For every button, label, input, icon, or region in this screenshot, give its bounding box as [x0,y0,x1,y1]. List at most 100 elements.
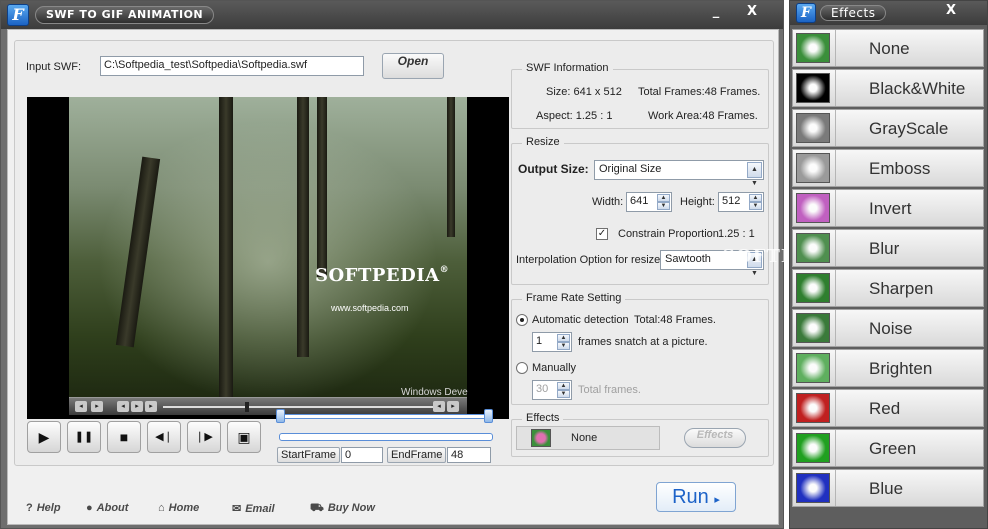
run-arrow-icon: ▸ [714,494,720,506]
close-button[interactable]: X [741,4,763,22]
snatch-field[interactable]: 1 ▲ ▼ [532,332,572,352]
client-area: Input SWF: C:\Softpedia_test\Softpedia\S… [7,29,779,525]
effect-item[interactable]: Sharpen [792,269,984,307]
height-field[interactable]: 512 ▲ ▼ [718,192,764,212]
effect-item[interactable]: None [792,29,984,67]
start-frame-field[interactable]: 0 [341,447,383,463]
input-swf-field[interactable]: C:\Softpedia_test\Softpedia\Softpedia.sw… [100,56,364,76]
start-frame-button[interactable]: StartFrame [277,447,341,463]
previous-frame-button[interactable]: ◀❘ [147,421,181,453]
width-up-icon[interactable]: ▲ [657,194,670,202]
manual-down-icon[interactable]: ▼ [557,390,570,398]
player-play-icon[interactable]: ▸ [91,401,103,412]
effect-item[interactable]: Blur [792,229,984,267]
effect-thumbnail-icon [796,113,830,143]
open-button[interactable]: Open [382,53,444,79]
window-title: SWF TO GIF ANIMATION [35,6,215,24]
effect-divider [835,430,836,466]
width-down-icon[interactable]: ▼ [657,202,670,210]
effect-item[interactable]: Red [792,389,984,427]
frame-position-track[interactable] [279,433,493,441]
effect-item[interactable]: Noise [792,309,984,347]
effect-label: Green [869,439,917,458]
effect-divider [835,190,836,226]
end-frame-field[interactable]: 48 [447,447,491,463]
effect-label: GrayScale [869,119,949,138]
output-size-select[interactable]: Original Size ▲ ▼ [594,160,764,187]
effect-item[interactable]: Invert [792,189,984,227]
player-track[interactable] [163,406,433,408]
effect-thumbnail-icon [531,429,551,447]
manually-radio[interactable] [516,362,528,374]
email-link[interactable]: ✉ Email [232,502,275,515]
help-link[interactable]: ? Help [26,502,61,514]
pause-icon: ❚❚ [74,431,94,443]
effect-divider [835,310,836,346]
automatic-detection-radio[interactable] [516,314,528,326]
height-down-icon[interactable]: ▼ [749,202,762,210]
stop-button[interactable]: ■ [107,421,141,453]
player-thumb[interactable] [245,402,249,412]
effect-item[interactable]: Green [792,429,984,467]
height-label: Height: [680,196,715,208]
effect-label: None [869,39,910,58]
player-rewind-icon[interactable]: ◂ [75,401,87,412]
effect-thumbnail-icon [796,153,830,183]
manual-frames-field[interactable]: 30 ▲ ▼ [532,380,572,400]
preview-softpedia-logo: SOFTPEDIA® [315,265,450,286]
preview-player-bar: ◂ ▸ ◂ ▸ ▸ ◂ ▸ [69,397,467,415]
effect-item[interactable]: Brighten [792,349,984,387]
player-end-icon[interactable]: ▸ [145,401,157,412]
end-frame-button[interactable]: EndFrame [387,447,447,463]
next-frame-button[interactable]: ❘▶ [187,421,221,453]
effect-item[interactable]: Blue [792,469,984,507]
effect-thumbnail-icon [796,33,830,63]
constrain-checkbox[interactable]: ✓ [596,228,608,240]
manual-up-icon[interactable]: ▲ [557,382,570,390]
home-link[interactable]: ⌂ Home [158,502,199,514]
app-logo-icon: F [7,4,29,26]
play-button[interactable]: ▶ [27,421,61,453]
width-field[interactable]: 641 ▲ ▼ [626,192,672,212]
pause-button[interactable]: ❚❚ [67,421,101,453]
snapshot-button[interactable]: ▣ [227,421,261,453]
player-volume-icon[interactable]: ◂ [433,401,445,412]
previous-frame-icon: ◀❘ [155,431,173,443]
buy-now-link[interactable]: ⛟ Buy Now [310,502,375,516]
effect-item[interactable]: GrayScale [792,109,984,147]
email-icon: ✉ [232,503,242,515]
preview-url: www.softpedia.com [331,303,409,313]
effect-item[interactable]: Black&White [792,69,984,107]
title-bar: F SWF TO GIF ANIMATION _ X [1,1,783,29]
effect-divider [835,30,836,66]
current-effect: None [516,426,660,450]
effect-label: Brighten [869,359,933,378]
effect-label: Invert [869,199,912,218]
snatch-down-icon[interactable]: ▼ [557,342,570,350]
swf-info-group: SWF Information Size: 641 x 512 Total Fr… [511,62,769,129]
effect-item[interactable]: Emboss [792,149,984,187]
effect-divider [835,150,836,186]
height-up-icon[interactable]: ▲ [749,194,762,202]
about-link[interactable]: ● About [86,502,128,514]
effect-divider [835,230,836,266]
effect-label: Sharpen [869,279,934,298]
output-size-label: Output Size: [518,162,589,176]
player-next-icon[interactable]: ▸ [131,401,143,412]
frame-range-track[interactable] [279,414,493,419]
constrain-label: Constrain Proportion [618,228,719,240]
swf-info-title: SWF Information [522,62,613,74]
effects-close-button[interactable]: X [940,3,962,21]
run-button[interactable]: Run ▸ [656,482,736,512]
minimize-button[interactable]: _ [705,4,727,22]
effect-label: Black&White [869,79,966,98]
frame-end-thumb[interactable] [484,409,493,423]
player-prev-icon[interactable]: ◂ [117,401,129,412]
chevron-down-icon: ▲ ▼ [747,162,762,187]
player-fullscreen-icon[interactable]: ▸ [447,401,459,412]
effect-divider [835,350,836,386]
effects-group-title: Effects [522,412,564,424]
snatch-up-icon[interactable]: ▲ [557,334,570,342]
frame-start-thumb[interactable] [276,409,285,423]
effects-button[interactable]: Effects [684,428,746,448]
